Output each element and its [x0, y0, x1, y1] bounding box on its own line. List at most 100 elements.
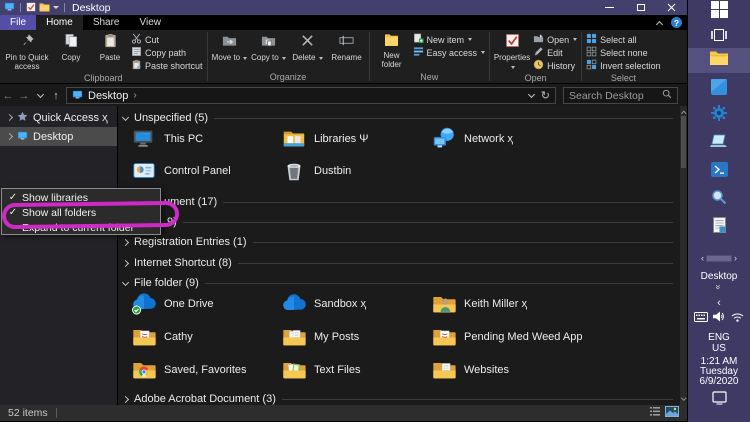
laptop-app-button[interactable] [688, 134, 750, 152]
help-icon[interactable]: ? [671, 17, 682, 28]
chevron-right-icon[interactable] [122, 238, 129, 245]
group-header-adobe-acrobat[interactable]: Adobe Acrobat Document (3) [123, 392, 673, 406]
desktop-item-text-files[interactable]: Text Files [281, 357, 360, 383]
scroll-right-icon[interactable]: › [734, 253, 737, 263]
delete-button[interactable]: Delete [290, 31, 326, 63]
group-header-partial-document[interactable]: ument (17) [164, 195, 673, 209]
breadcrumb[interactable]: Desktop [88, 90, 128, 102]
search-input[interactable]: Search Desktop [563, 87, 678, 104]
scroll-left-icon[interactable]: ‹ [701, 253, 704, 263]
collapse-ribbon-icon[interactable] [656, 20, 663, 27]
address-dropdown-icon[interactable] [528, 91, 535, 98]
copy-to-button[interactable]: Copy to [251, 31, 287, 63]
show-hidden-icons-chevron[interactable]: ‹ [688, 297, 750, 309]
history-button[interactable]: History [533, 59, 577, 72]
desktop-item-this-pc[interactable]: This PC [131, 126, 203, 152]
desktop-item-libraries[interactable]: Libraries Ψ [281, 126, 368, 152]
forward-icon[interactable]: → [16, 90, 32, 102]
volume-icon[interactable] [713, 309, 726, 327]
chevron-right-icon[interactable] [122, 395, 129, 402]
document-app-button[interactable] [688, 218, 750, 237]
copy-button[interactable]: Copy [53, 31, 89, 63]
desktop-item-network[interactable]: Network ҳ [431, 126, 513, 152]
group-header-partial[interactable]: 9) [167, 215, 673, 229]
group-header-file-folder[interactable]: File folder (9) [123, 276, 673, 290]
task-view-button[interactable] [688, 28, 750, 46]
start-button[interactable] [688, 2, 750, 22]
chevron-down-icon[interactable] [122, 278, 129, 285]
keyboard-tray-icon[interactable] [694, 309, 708, 327]
maximize-button[interactable] [625, 0, 656, 15]
desktop-item-one-drive[interactable]: One Drive [131, 291, 214, 317]
powershell-button[interactable] [688, 162, 750, 181]
paste-shortcut-button[interactable]: Paste shortcut [131, 59, 203, 72]
desktop-item-keith-miller[interactable]: Keith Miller ҳ [431, 291, 527, 317]
magnifier-app-button[interactable] [688, 190, 750, 209]
new-item-button[interactable]: New item [413, 33, 486, 46]
network-tray-icon[interactable] [731, 309, 744, 327]
move-to-button[interactable]: Move to [212, 31, 248, 63]
group-header-internet-shortcut[interactable]: Internet Shortcut (8) [123, 256, 673, 270]
toolbar-overflow-icon[interactable]: » [688, 282, 750, 292]
up-icon[interactable]: ↑ [48, 90, 64, 102]
sidebar-item-desktop[interactable]: Desktop [0, 127, 117, 146]
action-center-button[interactable] [688, 392, 750, 408]
large-icons-view-icon[interactable] [665, 406, 679, 420]
group-header-unspecified[interactable]: Unspecified (5) [123, 111, 673, 125]
copy-path-button[interactable]: Copy path [131, 46, 203, 59]
minimize-button[interactable] [594, 0, 625, 15]
vertical-scrollbar[interactable] [680, 106, 687, 405]
search-icon[interactable] [662, 89, 672, 102]
invert-selection-button[interactable]: Invert selection [586, 59, 661, 72]
gear-app-button[interactable] [688, 106, 750, 124]
scroll-down-icon[interactable] [681, 395, 686, 400]
refresh-icon[interactable]: ↻ [541, 89, 550, 102]
breadcrumb-chevron[interactable]: › [133, 90, 136, 101]
back-icon[interactable]: ← [0, 90, 16, 102]
edit-button[interactable]: Edit [533, 46, 577, 59]
open-button[interactable]: Open [533, 33, 577, 46]
language-indicator-line2[interactable]: US [688, 343, 750, 353]
recent-locations-icon[interactable] [32, 90, 48, 102]
tab-file[interactable]: File [0, 15, 36, 30]
qat-customize-caret-icon[interactable] [53, 6, 59, 9]
desktop-item-pending-med-weed-app[interactable]: Pending Med Weed App [431, 324, 582, 350]
clock-time[interactable]: 1:21 AM [688, 356, 750, 366]
desktop-toolbar-label[interactable]: Desktop [688, 270, 750, 282]
desktop-item-sandbox[interactable]: Sandbox ҳ [281, 291, 366, 317]
group-header-registration-entries[interactable]: Registration Entries (1) [123, 235, 673, 249]
tab-view[interactable]: View [130, 15, 172, 30]
tab-home[interactable]: Home [36, 15, 83, 30]
desktop-item-cathy[interactable]: Cathy [131, 324, 193, 350]
paste-button[interactable]: Paste [92, 31, 128, 63]
address-bar[interactable]: Desktop › ↻ [66, 87, 556, 104]
language-indicator-line1[interactable]: ENG [688, 332, 750, 342]
clock-date[interactable]: 6/9/2020 [688, 376, 750, 386]
blue-tile-app-button[interactable] [688, 80, 750, 98]
details-view-icon[interactable] [649, 406, 661, 420]
select-all-button[interactable]: Select all [586, 33, 661, 46]
close-button[interactable] [656, 0, 687, 15]
scroll-track[interactable] [706, 255, 732, 262]
desktop-item-saved-favorites[interactable]: Saved, Favorites [131, 357, 247, 383]
file-explorer-taskbar-button[interactable] [688, 48, 750, 73]
properties-button[interactable]: Properties [494, 31, 530, 72]
toolbar-scroller[interactable]: ‹ › [688, 252, 750, 264]
chevron-down-icon[interactable] [122, 113, 129, 120]
chevron-right-icon[interactable] [6, 114, 13, 121]
sidebar-item-quick-access[interactable]: Quick Access ҳ [0, 108, 117, 127]
desktop-item-my-posts[interactable]: My Posts [281, 324, 359, 350]
easy-access-button[interactable]: Easy access [413, 46, 486, 59]
cut-button[interactable]: Cut [131, 33, 203, 46]
pin-to-quick-access-button[interactable]: Pin to Quick access [4, 31, 50, 72]
scrollbar-thumb[interactable] [681, 116, 686, 168]
chevron-right-icon[interactable] [122, 259, 129, 266]
select-none-button[interactable]: Select none [586, 46, 661, 59]
tab-share[interactable]: Share [83, 15, 130, 30]
rename-button[interactable]: Rename [329, 31, 365, 63]
desktop-item-control-panel[interactable]: Control Panel [131, 158, 231, 184]
clock-day[interactable]: Tuesday [688, 366, 750, 376]
desktop-item-dustbin[interactable]: Dustbin [281, 158, 351, 184]
new-folder-button[interactable]: New folder [374, 31, 410, 70]
chevron-right-icon[interactable] [6, 133, 13, 140]
